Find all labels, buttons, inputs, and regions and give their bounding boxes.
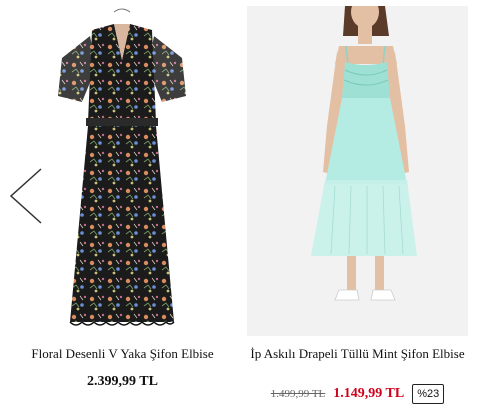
product-price: 2.399,99 TL (87, 374, 158, 389)
old-price: 1.499,99 TL (270, 388, 326, 400)
product-image[interactable] (52, 6, 192, 330)
product-title[interactable]: İp Askılı Drapeli Tüllü Mint Şifon Elbis… (247, 346, 468, 361)
sale-price: 1.149,99 TL (333, 386, 405, 401)
mint-dress-image (247, 6, 468, 336)
price-row: 1.499,99 TL 1.149,99 TL %23 (247, 384, 468, 404)
product-carousel: Floral Desenli V Yaka Şifon Elbise 2.399… (0, 0, 480, 420)
floral-dress-image (58, 8, 186, 326)
chevron-left-icon (9, 168, 42, 224)
carousel-prev-button[interactable] (6, 166, 46, 226)
product-image[interactable] (247, 6, 468, 336)
product-title[interactable]: Floral Desenli V Yaka Şifon Elbise (0, 346, 245, 361)
discount-badge: %23 (412, 384, 445, 404)
